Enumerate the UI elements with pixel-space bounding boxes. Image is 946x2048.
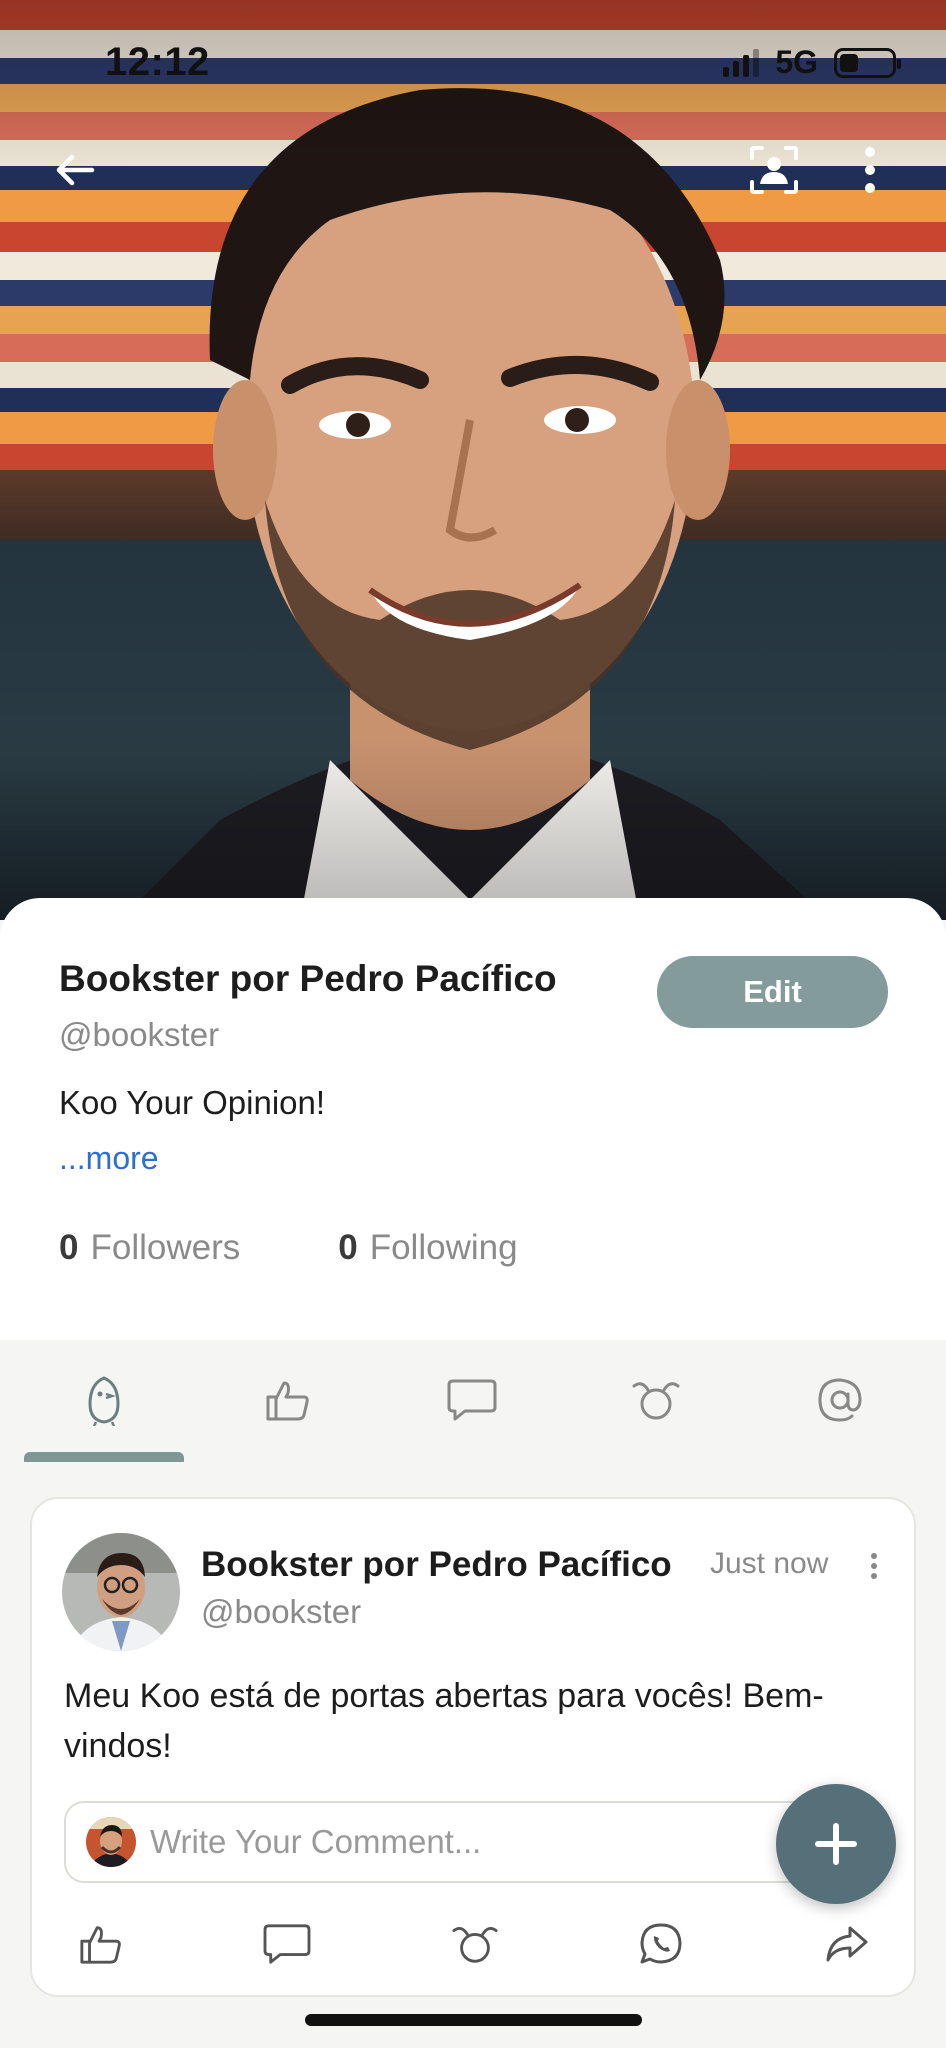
following-count: 0 — [338, 1228, 358, 1267]
following-label: Following — [369, 1228, 518, 1267]
profile-name: Bookster por Pedro Pacífico — [59, 958, 557, 999]
mention-icon — [818, 1378, 862, 1422]
share-icon — [826, 1926, 868, 1962]
whatsapp-icon — [640, 1923, 682, 1964]
rekoo-button[interactable] — [440, 1909, 510, 1979]
followers-label: Followers — [90, 1228, 241, 1267]
post-author-handle: @bookster — [201, 1593, 362, 1630]
profile-bio: Koo Your Opinion! — [59, 1084, 326, 1121]
vertical-dots-icon — [871, 1553, 877, 1579]
arrow-left-icon — [56, 154, 95, 186]
post-author-name[interactable]: Bookster por Pedro Pacífico — [201, 1545, 672, 1585]
comment-icon — [447, 1379, 497, 1421]
tab-likes[interactable] — [248, 1370, 328, 1430]
more-options-button[interactable] — [840, 140, 900, 200]
post-actions — [32, 1909, 918, 1979]
thumbs-up-icon — [80, 1926, 121, 1964]
profile-scan-button[interactable] — [744, 140, 804, 200]
profile-handle: @bookster — [59, 1016, 220, 1053]
tab-mentions[interactable] — [800, 1370, 880, 1430]
tab-comments[interactable] — [432, 1370, 512, 1430]
post-timestamp: Just now — [710, 1547, 829, 1580]
profile-cover-photo — [0, 0, 946, 920]
thumbs-up-icon — [266, 1381, 309, 1421]
whatsapp-share-button[interactable] — [626, 1909, 696, 1979]
post-author-avatar[interactable] — [62, 1533, 180, 1651]
cellular-signal-icon — [723, 48, 760, 77]
bio-more-link[interactable]: ...more — [59, 1140, 159, 1177]
edit-profile-button[interactable]: Edit — [657, 956, 888, 1028]
battery-icon — [834, 47, 901, 78]
post-body-text: Meu Koo está de portas abertas para você… — [64, 1677, 824, 1765]
rekoo-icon — [632, 1382, 680, 1420]
profile-stats: 0 Followers 0 Following — [59, 1228, 518, 1268]
profile-tabs — [0, 1340, 946, 1462]
back-button[interactable] — [45, 140, 105, 200]
comment-icon — [263, 1924, 311, 1964]
avatar-image — [86, 1817, 136, 1867]
profile-info-card: Bookster por Pedro Pacífico @bookster Ed… — [0, 898, 946, 1340]
status-time: 12:12 — [105, 40, 210, 84]
status-indicators: 5G — [723, 44, 901, 81]
create-post-button[interactable] — [776, 1784, 896, 1904]
comment-input[interactable] — [150, 1815, 750, 1869]
tab-rekoos[interactable] — [616, 1370, 696, 1430]
commenter-avatar — [86, 1817, 136, 1867]
home-indicator — [305, 2014, 642, 2026]
tab-koos[interactable] — [64, 1370, 144, 1430]
plus-icon — [815, 1823, 857, 1865]
comment-button[interactable] — [252, 1909, 322, 1979]
hero-vignette — [0, 0, 946, 920]
network-type: 5G — [775, 44, 818, 80]
followers-stat[interactable]: 0 Followers — [59, 1228, 240, 1268]
post-card: Bookster por Pedro Pacífico @bookster Ju… — [30, 1497, 916, 1997]
following-stat[interactable]: 0 Following — [338, 1228, 517, 1268]
profile-scan-icon — [750, 146, 798, 194]
koo-bird-icon — [88, 1376, 120, 1426]
post-menu-button[interactable] — [864, 1551, 884, 1581]
rekoo-icon — [452, 1927, 498, 1963]
status-bar: 12:12 5G — [0, 0, 946, 120]
vertical-dots-icon — [865, 147, 875, 193]
avatar-image — [62, 1533, 180, 1651]
followers-count: 0 — [59, 1228, 79, 1267]
battery-level — [840, 53, 858, 72]
like-button[interactable] — [66, 1909, 136, 1979]
comment-box[interactable] — [64, 1801, 834, 1883]
active-tab-indicator — [24, 1452, 184, 1462]
share-button[interactable] — [812, 1909, 882, 1979]
